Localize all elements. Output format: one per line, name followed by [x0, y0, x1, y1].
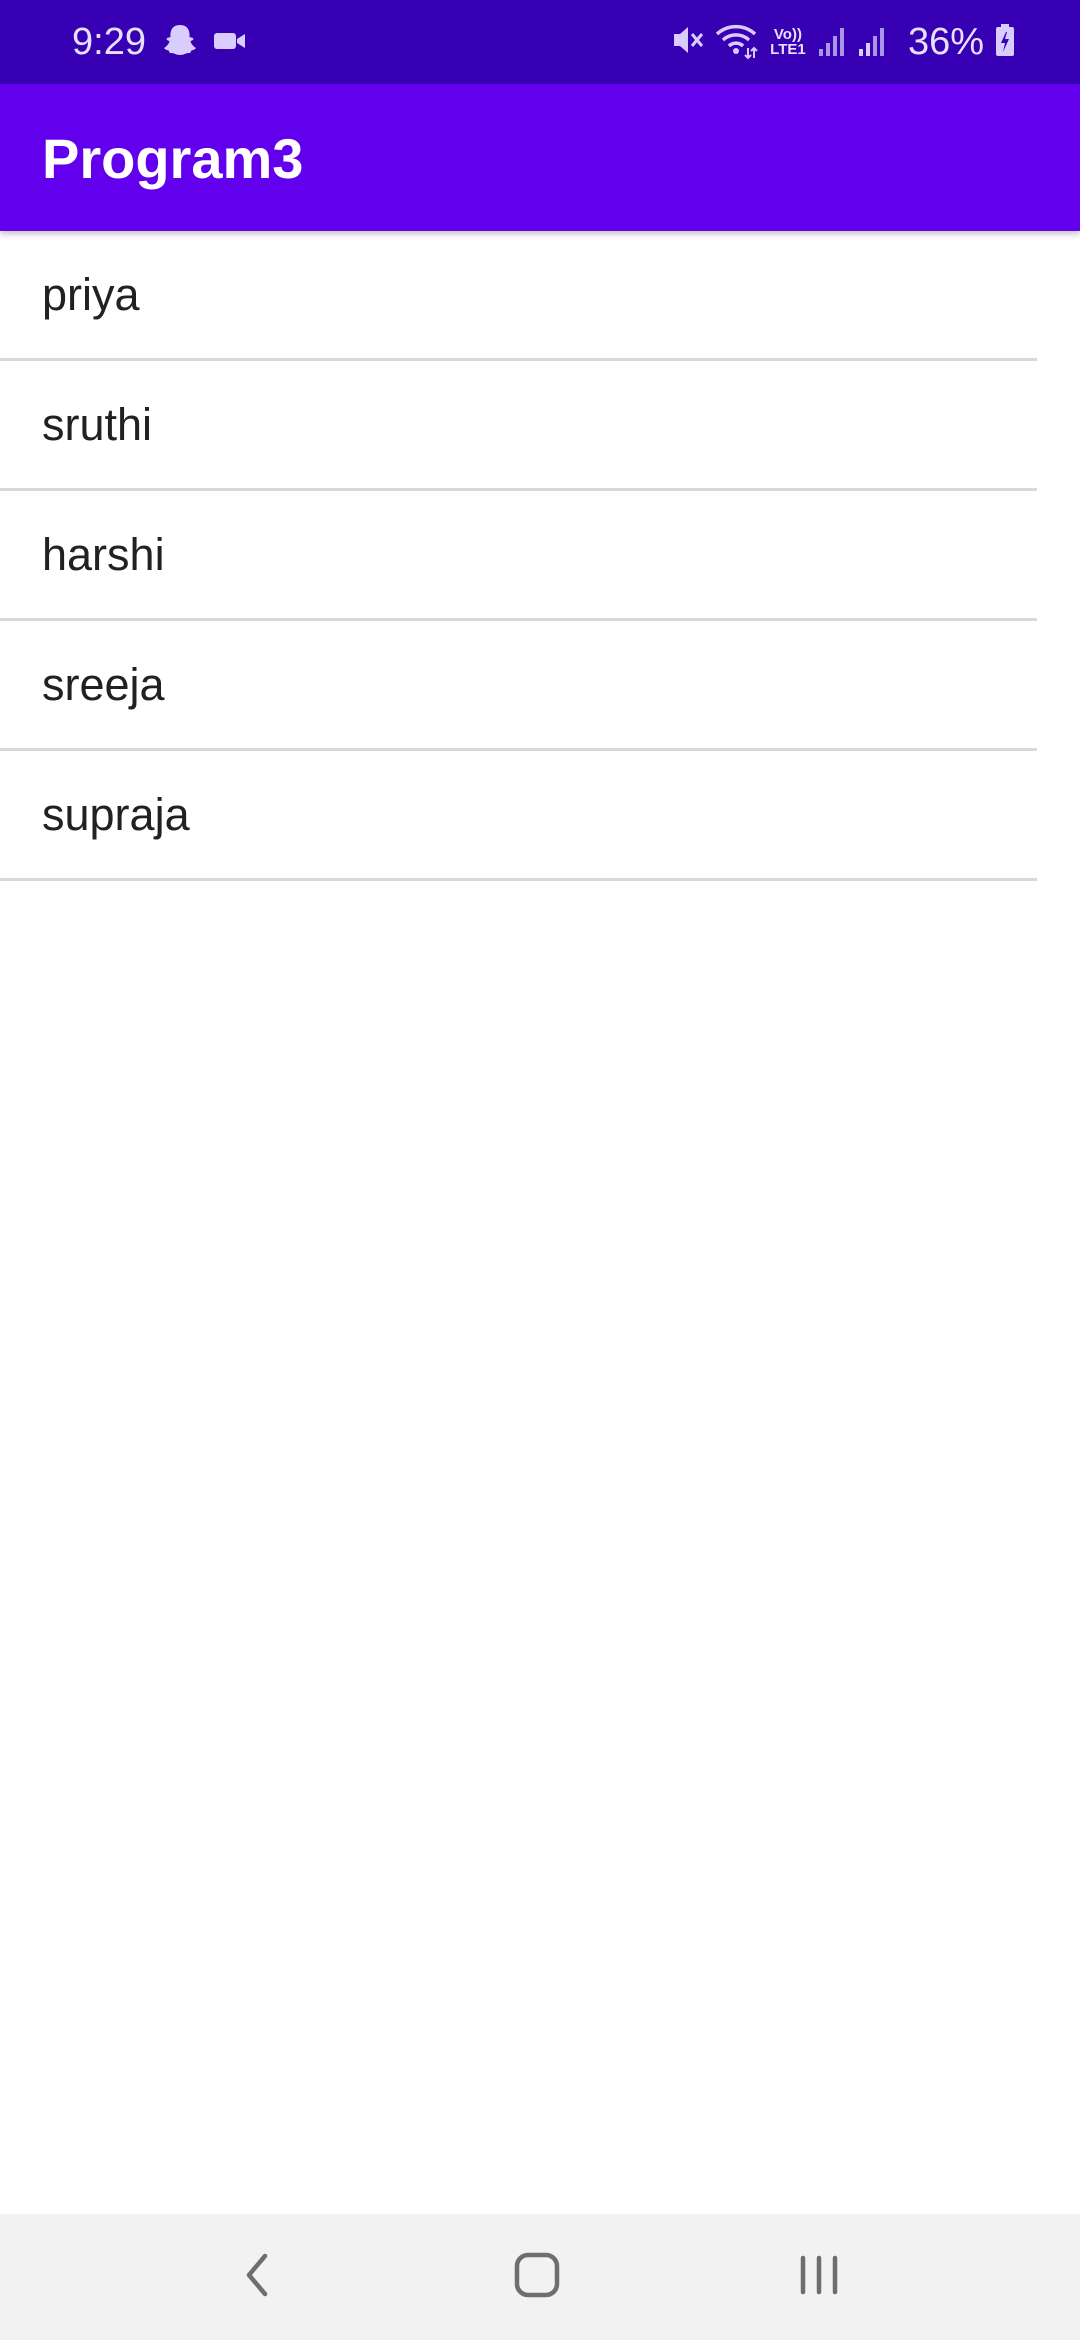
- recents-button[interactable]: [774, 2232, 864, 2322]
- app-bar: Program3: [0, 84, 1080, 231]
- battery-icon: [994, 22, 1016, 63]
- list-item[interactable]: supraja: [0, 751, 1037, 881]
- status-bar: 9:29 Vo)) LTE1 36%: [0, 0, 1080, 84]
- list-item[interactable]: sreeja: [0, 621, 1037, 751]
- video-camera-icon: [212, 27, 248, 60]
- status-left-icons: [162, 22, 248, 65]
- wifi-icon: [714, 20, 758, 65]
- network-label-top: Vo)): [773, 26, 802, 43]
- back-button[interactable]: [212, 2232, 302, 2322]
- list-item-label: supraja: [42, 788, 190, 840]
- list-item-label: priya: [42, 268, 140, 320]
- snapchat-icon: [162, 22, 198, 65]
- app-title: Program3: [42, 127, 304, 190]
- recents-icon: [795, 2250, 843, 2305]
- status-right-icons: Vo)) LTE1 36%: [668, 18, 1016, 66]
- home-icon: [512, 2250, 562, 2305]
- battery-percentage: 36%: [907, 21, 984, 63]
- list-item[interactable]: harshi: [0, 491, 1037, 621]
- status-time: 9:29: [72, 21, 146, 63]
- navigation-bar: [0, 2214, 1080, 2340]
- list-item[interactable]: priya: [0, 231, 1037, 361]
- home-button[interactable]: [492, 2232, 582, 2322]
- list-item-label: sruthi: [42, 398, 153, 450]
- network-type-icon: Vo)) LTE1: [768, 27, 808, 57]
- network-label-bottom: LTE1: [770, 41, 806, 58]
- list-item-label: sreeja: [42, 658, 165, 710]
- list-item-label: harshi: [42, 528, 165, 580]
- names-list: priya sruthi harshi sreeja supraja: [0, 231, 1037, 881]
- list-item[interactable]: sruthi: [0, 361, 1037, 491]
- back-icon: [237, 2250, 277, 2305]
- mute-icon: [668, 20, 704, 65]
- signal-icon: [858, 22, 888, 63]
- signal-icon: [818, 22, 848, 63]
